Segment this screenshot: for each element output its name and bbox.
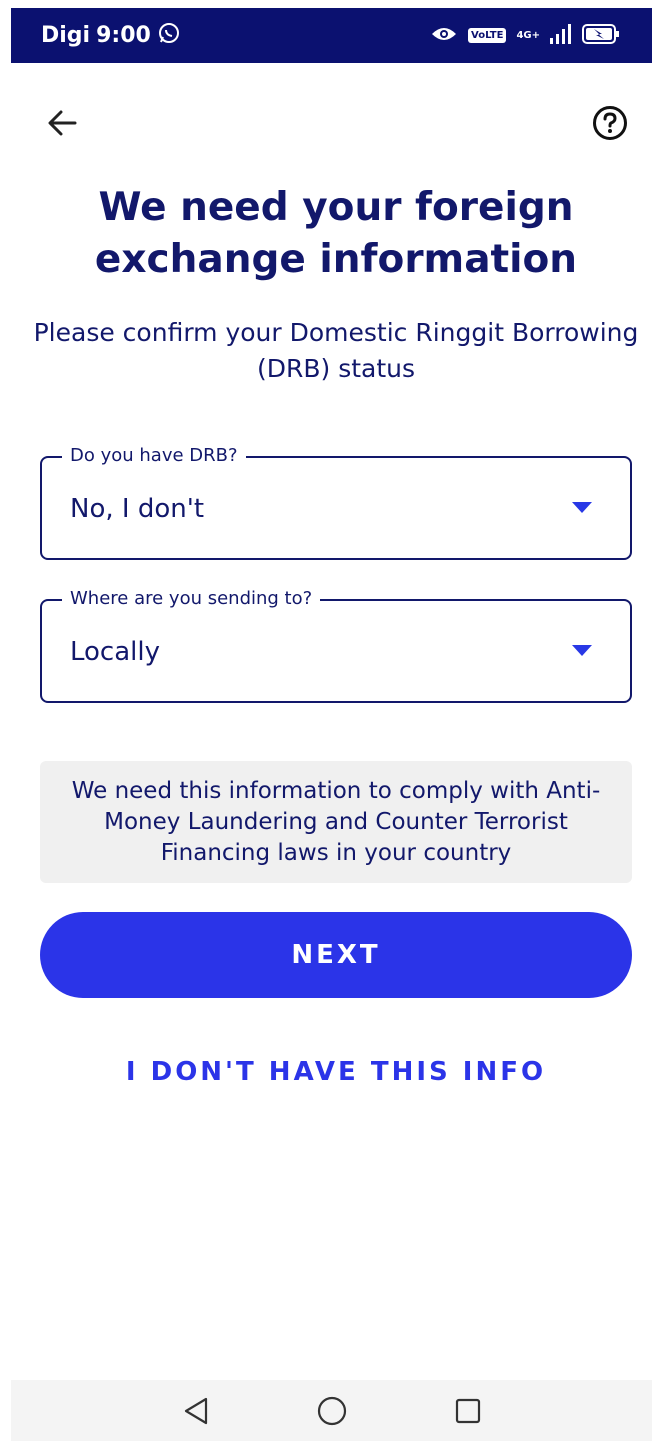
destination-select-value: Locally bbox=[70, 637, 160, 667]
network-type: 4G+ bbox=[516, 29, 540, 41]
arrow-left-icon bbox=[48, 110, 77, 136]
page-title: We need your foreign exchange informatio… bbox=[94, 185, 578, 282]
clock: 9:00 bbox=[96, 23, 151, 48]
help-button[interactable] bbox=[588, 101, 632, 145]
battery-charging-icon bbox=[582, 23, 620, 49]
home-circle-icon[interactable] bbox=[312, 1391, 352, 1431]
caret-down-icon bbox=[572, 502, 592, 513]
no-info-link[interactable]: I DON'T HAVE THIS INFO bbox=[40, 1052, 632, 1092]
status-right: VoLTE 4G+ bbox=[430, 23, 620, 49]
drb-select[interactable]: Do you have DRB? No, I don't bbox=[40, 444, 632, 560]
status-bar: Digi 9:00 VoLTE 4G+ bbox=[11, 8, 652, 63]
drb-select-value: No, I don't bbox=[70, 494, 205, 524]
whatsapp-icon bbox=[157, 21, 181, 51]
page-subtitle: Please confirm your Domestic Ringgit Bor… bbox=[33, 318, 639, 383]
status-left: Digi 9:00 bbox=[41, 21, 181, 51]
destination-select-label: Where are you sending to? bbox=[62, 587, 321, 611]
volte-icon: VoLTE bbox=[468, 28, 507, 43]
next-button[interactable]: NEXT bbox=[40, 912, 632, 998]
carrier-name: Digi bbox=[41, 23, 91, 48]
destination-select[interactable]: Where are you sending to? Locally bbox=[40, 587, 632, 703]
back-button[interactable] bbox=[40, 101, 84, 145]
system-nav-bar bbox=[11, 1380, 652, 1441]
drb-select-label: Do you have DRB? bbox=[62, 444, 246, 468]
caret-down-icon bbox=[572, 645, 592, 656]
recents-square-icon[interactable] bbox=[448, 1391, 488, 1431]
back-triangle-icon[interactable] bbox=[176, 1391, 216, 1431]
signal-icon bbox=[550, 23, 572, 48]
top-nav bbox=[0, 95, 652, 149]
compliance-info-box: We need this information to comply with … bbox=[40, 761, 632, 883]
compliance-info-text: We need this information to comply with … bbox=[71, 777, 601, 866]
eye-icon bbox=[430, 24, 458, 48]
question-circle-icon bbox=[593, 106, 627, 140]
